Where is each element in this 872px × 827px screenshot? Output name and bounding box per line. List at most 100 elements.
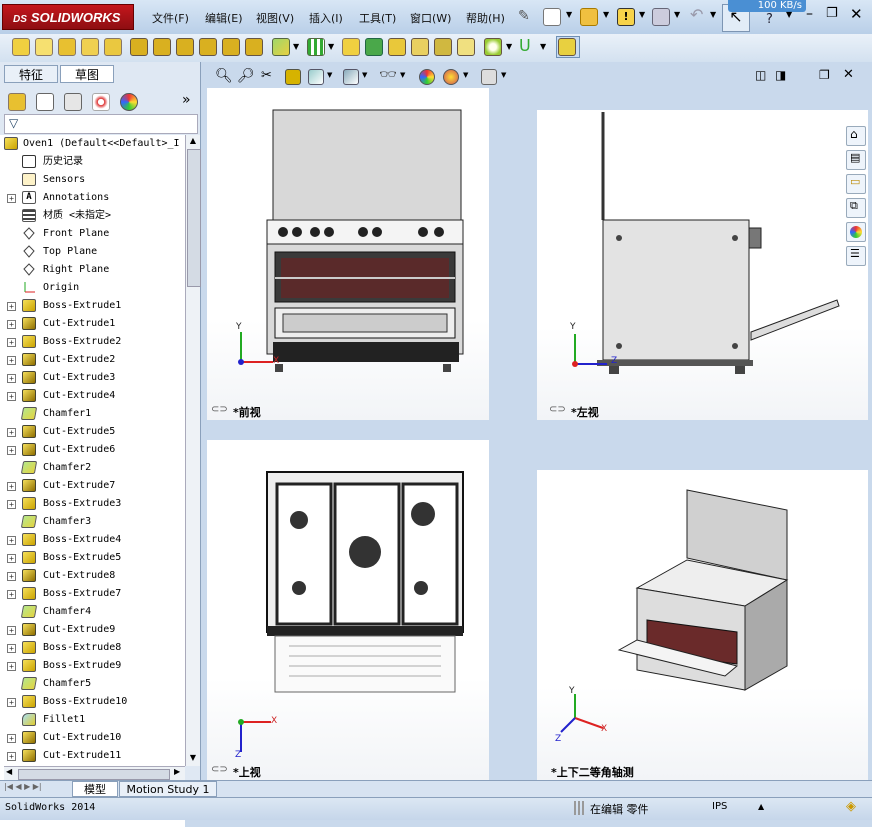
expand-icon[interactable]: + (7, 392, 16, 401)
fillet-icon[interactable] (272, 38, 290, 56)
tree-item[interactable]: 材质 <未指定> (0, 207, 185, 225)
expand-icon[interactable]: + (7, 626, 16, 635)
linear-pattern-icon[interactable] (307, 38, 325, 56)
tree-item[interactable]: Fillet1 (0, 711, 185, 729)
menu-edit[interactable]: 编辑(E) (205, 10, 243, 26)
chevron-down-icon[interactable]: ▼ (293, 42, 299, 51)
tree-item[interactable]: + Cut-Extrude6 (0, 441, 185, 459)
restore-doc-icon[interactable]: ❐ (819, 68, 830, 82)
warning-icon[interactable]: ! (617, 8, 635, 26)
tree-item[interactable]: + Boss-Extrude10 (0, 693, 185, 711)
link-icon[interactable]: ⊂⊃ (549, 404, 566, 415)
menu-insert[interactable]: 插入(I) (309, 10, 343, 26)
menu-help[interactable]: 帮助(H) (466, 10, 505, 26)
expand-icon[interactable]: + (7, 302, 16, 311)
boundary-boss-icon[interactable] (104, 38, 122, 56)
tab-model[interactable]: 模型 (72, 781, 118, 797)
tree-item[interactable]: + Cut-Extrude3 (0, 369, 185, 387)
appearances-button[interactable] (846, 222, 866, 242)
previous-view-icon[interactable]: ✂ (261, 68, 272, 83)
revolved-cut-icon[interactable] (176, 38, 194, 56)
tree-horizontal-scrollbar[interactable]: ◀ ▶ (4, 766, 185, 781)
tree-item[interactable]: Chamfer4 (0, 603, 185, 621)
tree-item[interactable]: Chamfer5 (0, 675, 185, 693)
file-explorer-button[interactable]: ▭ (846, 174, 866, 194)
intersect-icon[interactable] (434, 38, 452, 56)
tree-root[interactable]: Oven1 (Default<<Default>_I (0, 135, 185, 153)
extruded-cut-icon[interactable] (130, 38, 148, 56)
revolved-boss-icon[interactable] (35, 38, 53, 56)
pin-icon[interactable]: ✎ (518, 8, 530, 24)
viewport-isometric[interactable]: Y X Z (537, 470, 868, 780)
tree-item[interactable]: + Boss-Extrude2 (0, 333, 185, 351)
expand-icon[interactable]: + (7, 644, 16, 653)
expand-icon[interactable]: + (7, 590, 16, 599)
expand-icon[interactable]: + (7, 752, 16, 761)
tree-item[interactable]: + Cut-Extrude11 (0, 747, 185, 765)
design-library-button[interactable]: ▤ (846, 150, 866, 170)
print-icon[interactable] (652, 8, 670, 26)
chevron-down-icon[interactable]: ▼ (603, 10, 609, 19)
scroll-up-icon[interactable]: ▲ (187, 135, 199, 147)
tab-sketch[interactable]: 草图 (60, 65, 114, 83)
chevron-down-icon[interactable]: ▼ (328, 42, 334, 51)
scrollbar-thumb[interactable] (187, 149, 201, 287)
solidworks-resources-button[interactable]: ⌂ (846, 126, 866, 146)
tree-item[interactable]: Chamfer1 (0, 405, 185, 423)
expand-icon[interactable]: + (7, 446, 16, 455)
hide-show-items-icon[interactable]: 👓︎ (379, 67, 397, 83)
reference-geometry-icon[interactable] (484, 38, 502, 56)
boundary-cut-icon[interactable] (245, 38, 263, 56)
expand-icon[interactable]: + (7, 482, 16, 491)
chevron-down-icon[interactable]: ▼ (566, 10, 572, 19)
chevron-down-icon[interactable]: ▼ (327, 71, 332, 79)
tree-item[interactable]: + Cut-Extrude2 (0, 351, 185, 369)
dimxpert-icon[interactable] (92, 93, 110, 111)
tree-item[interactable]: Chamfer2 (0, 459, 185, 477)
expand-icon[interactable]: + (7, 698, 16, 707)
tree-item[interactable]: + Cut-Extrude5 (0, 423, 185, 441)
expand-icon[interactable]: + (7, 194, 16, 203)
section-view-icon[interactable] (285, 69, 301, 85)
menu-view[interactable]: 视图(V) (256, 10, 294, 26)
rib-icon[interactable] (342, 38, 360, 56)
close-window-icon[interactable]: ✕ (850, 5, 863, 23)
filter-icon[interactable]: ▽ (9, 116, 18, 130)
draft-icon[interactable] (365, 38, 383, 56)
custom-properties-button[interactable]: ☰ (846, 246, 866, 266)
view-palette-button[interactable]: ⧉ (846, 198, 866, 218)
tree-item[interactable]: + Cut-Extrude10 (0, 729, 185, 747)
units-menu-icon[interactable]: ▲ (758, 802, 764, 811)
tree-item[interactable]: + Boss-Extrude5 (0, 549, 185, 567)
lofted-boss-icon[interactable] (81, 38, 99, 56)
more-tabs-button[interactable]: » (182, 92, 191, 108)
expand-icon[interactable]: + (7, 572, 16, 581)
restore-window-icon[interactable]: ❐ (826, 6, 838, 21)
zoom-to-fit-icon[interactable]: 🔍︎ (215, 68, 233, 84)
link-icon[interactable]: ⊂⊃ (211, 764, 228, 775)
tree-item[interactable]: + A Annotations (0, 189, 185, 207)
tree-vertical-scrollbar[interactable]: ▲ ▼ (185, 135, 201, 766)
hole-wizard-icon[interactable] (153, 38, 171, 56)
tree-item[interactable]: Top Plane (0, 243, 185, 261)
shell-icon[interactable] (388, 38, 406, 56)
property-manager-icon[interactable] (36, 93, 54, 111)
tree-item[interactable]: Right Plane (0, 261, 185, 279)
tree-item[interactable]: Origin (0, 279, 185, 297)
expand-icon[interactable]: + (7, 428, 16, 437)
solidworks-logo[interactable]: DS SOLIDWORKS (2, 4, 134, 30)
feature-manager-icon[interactable] (8, 93, 26, 111)
chevron-down-icon[interactable]: ▼ (540, 42, 546, 51)
expand-icon[interactable]: + (7, 356, 16, 365)
chevron-down-icon[interactable]: ▼ (463, 71, 468, 79)
swept-boss-icon[interactable] (58, 38, 76, 56)
tree-item[interactable]: Front Plane (0, 225, 185, 243)
menu-file[interactable]: 文件(F) (152, 10, 189, 26)
undo-icon[interactable]: ↶ (690, 5, 703, 24)
apply-scene-icon[interactable] (443, 69, 459, 85)
configuration-manager-icon[interactable] (64, 93, 82, 111)
tree-item[interactable]: + Boss-Extrude4 (0, 531, 185, 549)
tree-item[interactable]: + Boss-Extrude1 (0, 297, 185, 315)
lofted-cut-icon[interactable] (222, 38, 240, 56)
instant3d-button[interactable] (556, 36, 580, 58)
